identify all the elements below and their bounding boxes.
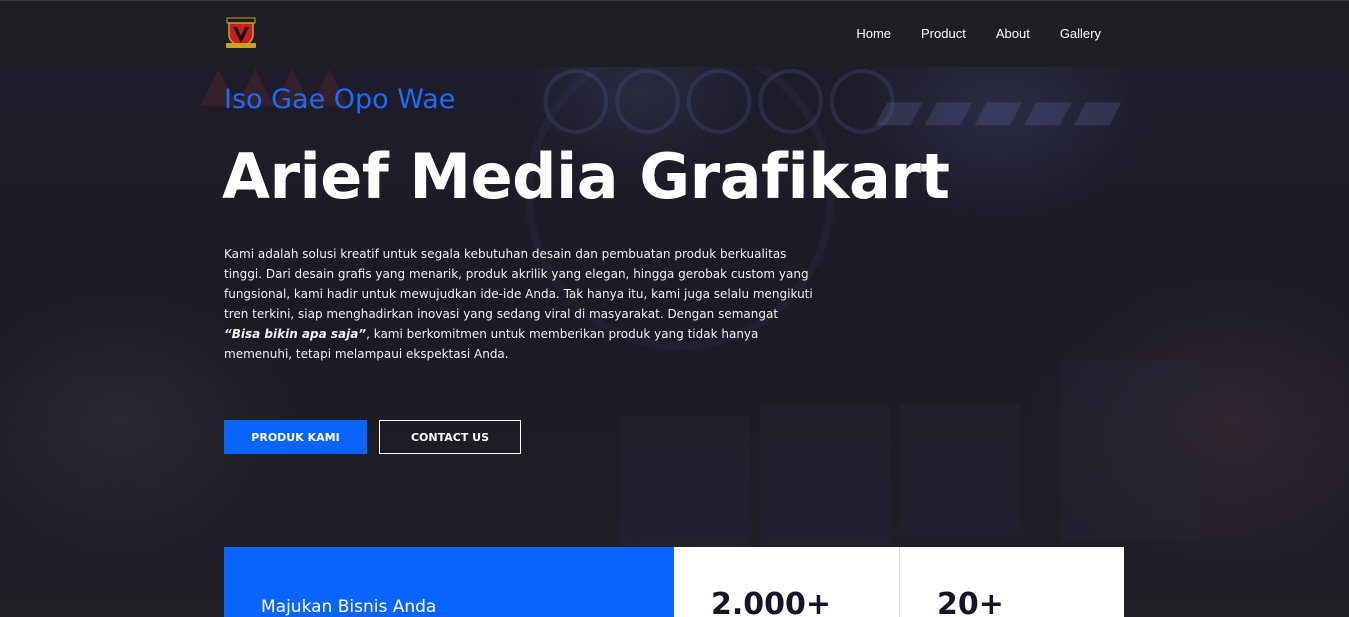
stat-value: 2.000+: [711, 587, 832, 617]
nav-about-link[interactable]: About: [996, 26, 1030, 41]
contact-us-button[interactable]: CONTACT US: [379, 420, 521, 454]
stat-value: 20+: [937, 587, 1004, 617]
nav-product-link[interactable]: Product: [921, 26, 966, 41]
background-board: [1060, 360, 1200, 540]
hero-title: Arief Media Grafikart: [222, 140, 950, 213]
nav-gallery-link[interactable]: Gallery: [1060, 26, 1101, 41]
nav-menu: Home Product About Gallery: [826, 26, 1101, 41]
background-sign-google: ◯◯◯◯◯: [540, 60, 899, 134]
hero-description: Kami adalah solusi kreatif untuk segala …: [224, 244, 814, 364]
hero-eyebrow: Iso Gae Opo Wae: [224, 84, 456, 115]
stats-section: Majukan Bisnis Anda 2.000+ 20+: [224, 547, 1124, 617]
top-navbar: Home Product About Gallery: [0, 0, 1349, 67]
stats-tagline: Majukan Bisnis Anda: [261, 597, 437, 617]
stats-tagline-card: Majukan Bisnis Anda: [224, 547, 674, 617]
background-board: [760, 405, 890, 545]
stat-card: 20+: [899, 547, 1124, 617]
description-text: Kami adalah solusi kreatif untuk segala …: [224, 247, 813, 321]
background-board: [900, 405, 1020, 535]
nav-home-link[interactable]: Home: [856, 26, 891, 41]
stat-card: 2.000+: [674, 547, 899, 617]
background-board: [620, 415, 750, 565]
description-emphasis: “Bisa bikin apa saja”: [224, 327, 367, 341]
background-sign-media: ▰▰▰▰▰: [875, 72, 1124, 145]
shield-crest-icon[interactable]: [224, 16, 258, 50]
produk-kami-button[interactable]: PRODUK KAMI: [224, 420, 367, 454]
